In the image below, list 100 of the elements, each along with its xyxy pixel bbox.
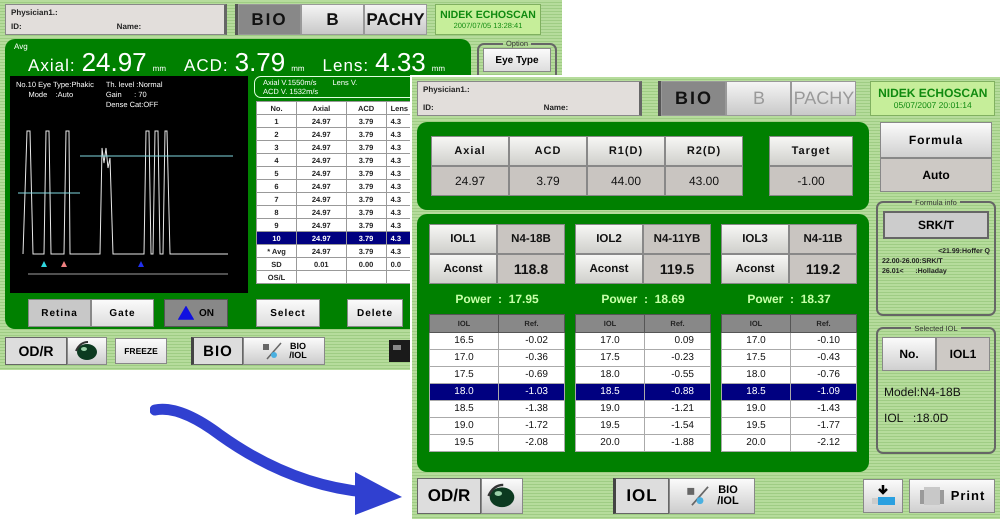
iol-model[interactable]: N4-11B [789,224,857,254]
mode-switch-button[interactable]: BIO /IOL [669,478,755,514]
value-cell: 43.00 [665,166,743,196]
table-cell: -1.72 [498,417,564,434]
reading-value: 24.97 [82,47,147,78]
iol-name[interactable]: IOL1 [429,224,497,254]
table-cell: -1.88 [644,434,710,452]
table-cell: 18.5 [430,400,498,418]
marker-toggle[interactable]: ON [164,299,228,328]
iol-model[interactable]: N4-11YB [643,224,711,254]
table-cell: 18.5 [722,383,790,400]
column-header: R2(D) [665,136,743,166]
table-cell: -1.09 [790,383,856,400]
column-header: Axial [431,136,509,166]
gate-mode-button[interactable]: Retina [28,299,91,328]
eye-button[interactable] [481,478,523,514]
printer-icon [918,486,945,506]
eye-type-button[interactable]: Eye Type [483,48,551,72]
table-cell: -0.02 [498,332,564,350]
table-cell: -1.38 [498,400,564,418]
name-label: Name: [544,102,568,112]
mode-tab[interactable]: BIO [238,4,301,36]
mode-tab[interactable]: BIO [661,81,726,116]
target-label: Target [769,136,853,166]
iol-name[interactable]: IOL3 [721,224,789,254]
table-cell: -0.23 [644,349,710,366]
table-cell: -1.03 [498,383,564,400]
table-cell: 18.0 [576,366,644,384]
number-button[interactable]: No. [882,336,936,371]
power-text: Power : 18.69 [600,290,686,308]
table-cell: 17.5 [576,349,644,366]
reading-label: Lens: [322,56,370,76]
table-cell: -1.54 [644,417,710,434]
table-cell: 17.0 [722,332,790,350]
reading-unit: mm [432,64,446,74]
iol-power-text: IOL :18.0D [884,410,948,425]
aconst-label: Aconst [429,254,497,284]
column-header: R1(D) [587,136,665,166]
formula-select-button[interactable]: SRK/T [883,210,989,239]
table-cell: 20.0 [722,434,790,452]
table-cell: -2.08 [498,434,564,452]
iol-model[interactable]: N4-18B [497,224,565,254]
brand-name: NIDEK ECHOSCAN [440,9,536,22]
aconst-value[interactable]: 118.8 [497,254,565,284]
usb-download-icon [869,484,897,508]
table-cell: 16.5 [430,332,498,350]
reading-label: ACD: [184,56,229,76]
table-cell: 19.5 [576,417,644,434]
value-cell: 44.00 [587,166,665,196]
mode-tab[interactable]: PACHY [364,4,427,36]
iol-name[interactable]: IOL2 [575,224,643,254]
table-cell: 19.0 [430,417,498,434]
mode-label: IOL [613,478,669,514]
aconst-label: Aconst [721,254,789,284]
table-cell: -0.88 [644,383,710,400]
table-cell: -0.76 [790,366,856,384]
table-cell: -1.77 [790,417,856,434]
mode-switch-button[interactable]: BIO /IOL [243,337,325,366]
id-label: ID: [423,102,434,112]
id-label: ID: [11,22,22,32]
formula-value: Auto [880,158,992,192]
eye-icon [74,341,100,362]
table-cell: 19.5 [430,434,498,452]
aconst-value[interactable]: 119.5 [643,254,711,284]
table-cell: -0.69 [498,366,564,384]
gate-mode-button[interactable]: Gate [91,299,154,328]
model-text: Model:N4-18B [884,384,961,399]
datetime: 05/07/2007 20:01:14 [894,100,972,110]
value-cell: 24.97 [431,166,509,196]
eye-button[interactable] [67,337,107,366]
brand-name: NIDEK ECHOSCAN [878,86,988,100]
aconst-value[interactable]: 119.2 [789,254,857,284]
table-cell: 19.0 [722,400,790,418]
print-button[interactable]: Print [909,478,995,513]
aconst-label: Aconst [575,254,643,284]
tile-icon[interactable] [389,340,411,362]
avg-label: Avg [14,42,29,52]
power-text: Power : 17.95 [454,290,540,308]
delete-button[interactable]: Delete [347,299,403,328]
reading-label: Axial: [28,56,76,76]
freeze-button[interactable]: FREEZE [115,338,167,364]
mode-tab[interactable]: B [301,4,364,36]
table-cell: -0.55 [644,366,710,384]
table-cell: -0.10 [790,332,856,350]
usb-save-button[interactable] [863,478,903,513]
name-label: Name: [116,22,142,32]
column-header: ACD [509,136,587,166]
power-text: Power : 18.37 [746,290,832,308]
table-cell: -0.43 [790,349,856,366]
select-button[interactable]: Select [256,299,320,328]
physician-label: Physician1.: [423,85,471,94]
table-cell: -1.21 [644,400,710,418]
table-cell: -1.43 [790,400,856,418]
eye-side-button[interactable]: OD/R [5,337,67,366]
formula-button[interactable]: Formula [880,122,992,158]
eye-side-button[interactable]: OD/R [417,478,481,514]
reading-value: 4.33 [375,47,426,78]
table-cell: 17.5 [430,366,498,384]
table-cell: 18.0 [722,366,790,384]
target-value[interactable]: -1.00 [769,166,853,196]
